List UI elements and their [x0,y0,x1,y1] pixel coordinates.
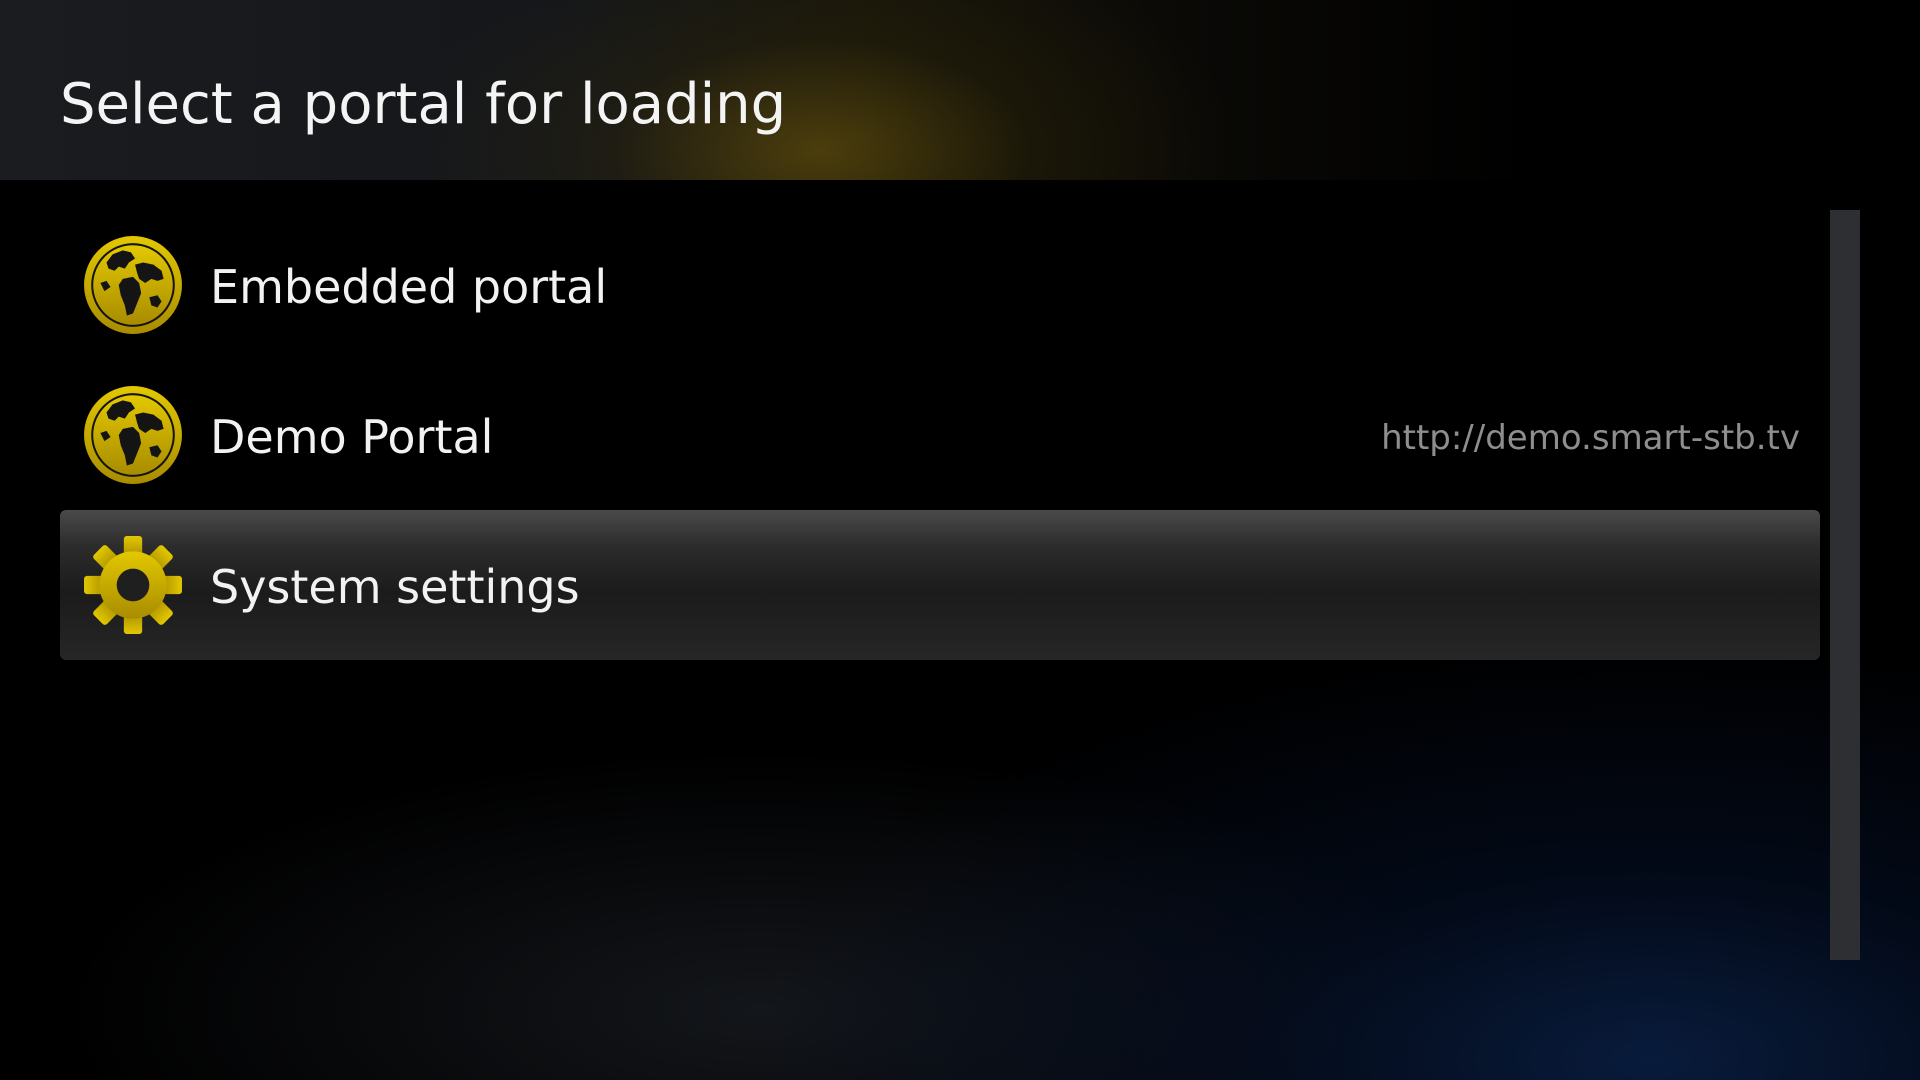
page-title: Select a portal for loading [60,72,787,137]
portal-item-system-settings[interactable]: System settings [60,510,1820,660]
portal-label: System settings [210,560,580,614]
portal-selection-screen: Select a portal for loading Embedded por… [0,0,1920,1080]
globe-icon [84,386,182,484]
portal-list: Embedded portal Demo Portal http://demo.… [60,210,1820,660]
portal-item-embedded[interactable]: Embedded portal [60,210,1820,360]
header-bar: Select a portal for loading [0,0,1920,180]
scrollbar[interactable] [1830,210,1860,960]
portal-url: http://demo.smart-stb.tv [1381,418,1800,458]
globe-icon [84,236,182,334]
gear-icon [84,536,182,634]
portal-item-demo[interactable]: Demo Portal http://demo.smart-stb.tv [60,360,1820,510]
portal-label: Embedded portal [210,260,608,314]
portal-label: Demo Portal [210,410,494,464]
